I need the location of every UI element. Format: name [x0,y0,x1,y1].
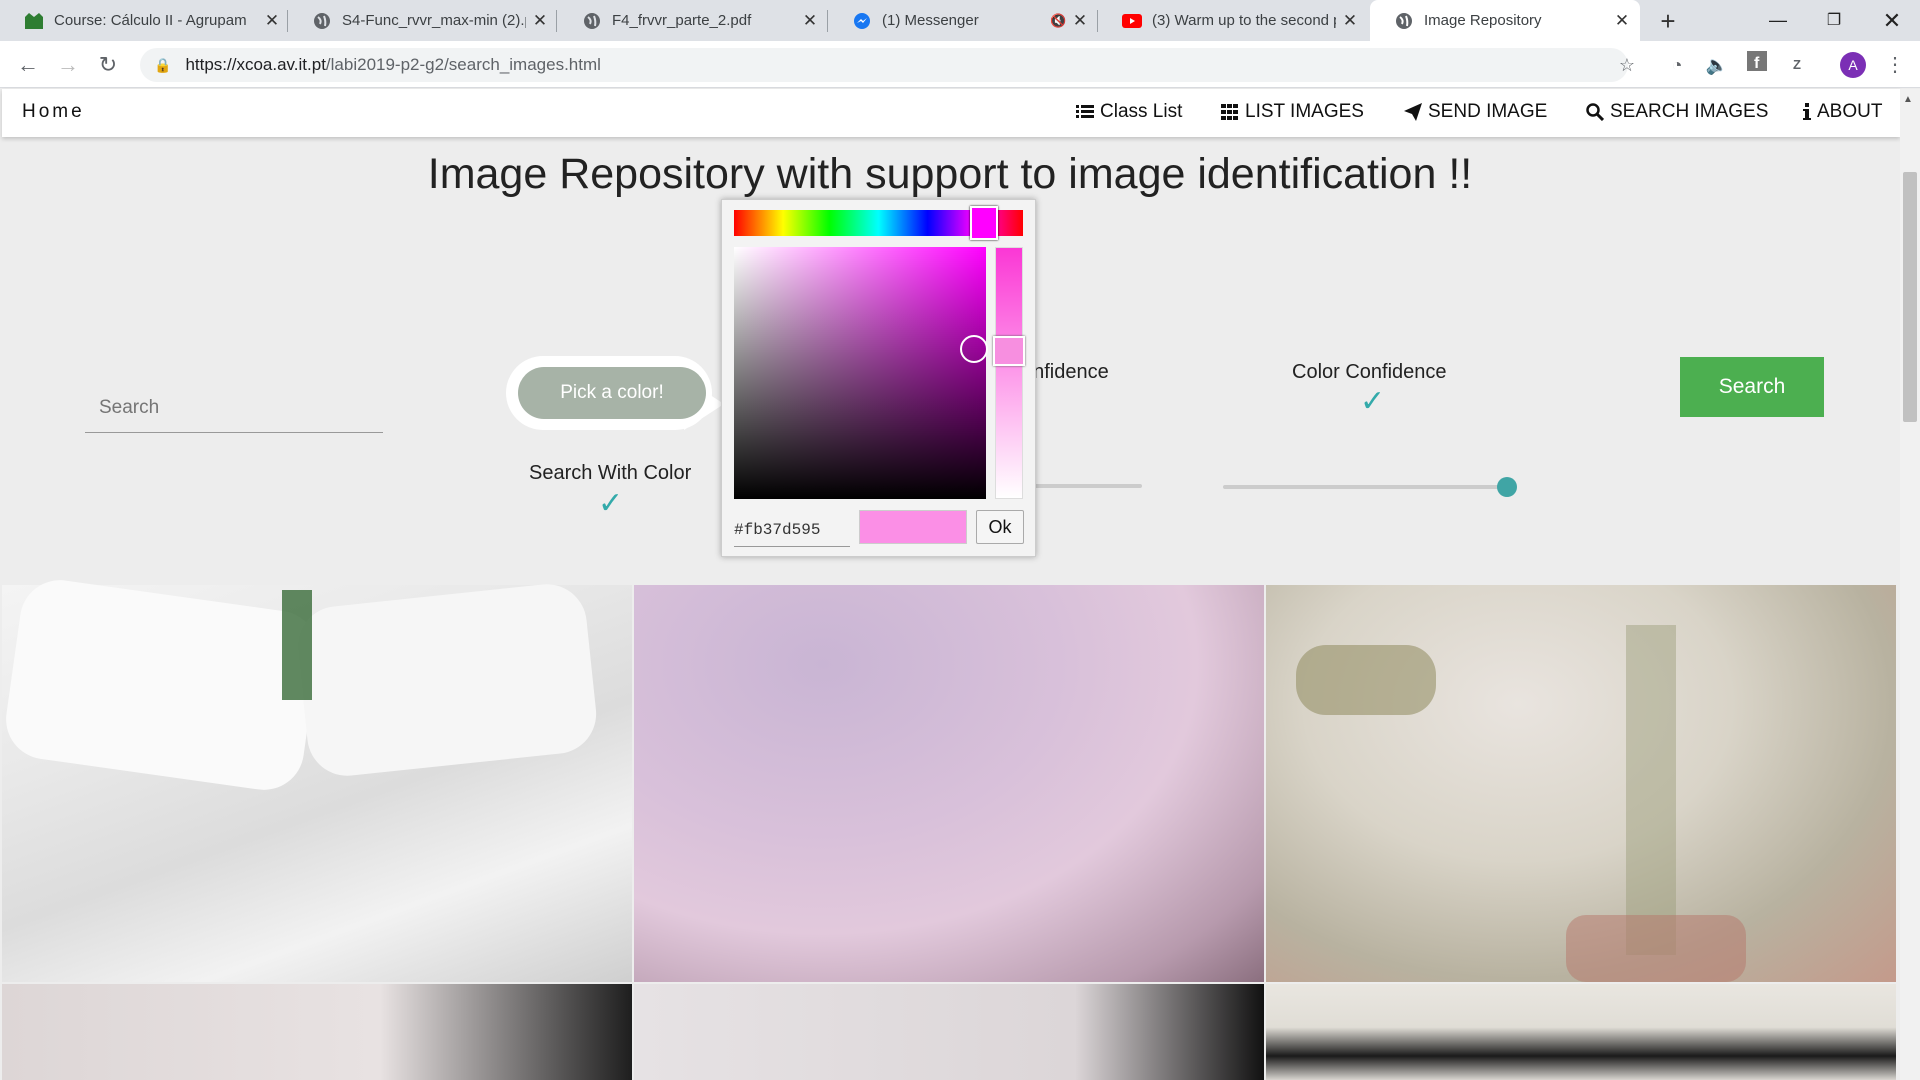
facebook-icon[interactable]: f [1742,50,1772,80]
hex-color-input[interactable] [734,513,850,547]
image-tile[interactable] [634,984,1264,1080]
nav-class-list[interactable]: Class List [1076,101,1182,123]
image-tile[interactable] [1266,984,1896,1080]
ok-button[interactable]: Ok [976,510,1024,544]
tab-title: Course: Cálculo II - Agrupam [54,12,247,29]
url-host: https://xcoa.av.it.pt [185,55,326,74]
confidence-slider[interactable] [1030,484,1142,488]
scrollbar-thumb[interactable] [1903,172,1917,422]
nav-label: Class List [1100,101,1183,122]
messenger-icon [852,11,872,31]
info-icon [1803,103,1811,120]
nav-label: LIST IMAGES [1245,101,1364,122]
browser-tab[interactable]: (1) Messenger 🔇 ✕ [828,0,1098,41]
new-tab-button[interactable]: + [1650,4,1686,38]
search-with-color-label: Search With Color [529,462,692,484]
saturation-value-area[interactable] [734,247,986,499]
url-path: /labi2019-p2-g2/search_images.html [325,55,601,74]
close-tab-icon[interactable]: ✕ [1614,11,1630,31]
color-confidence-slider-knob[interactable] [1497,477,1517,497]
nav-label: SEARCH IMAGES [1610,101,1769,122]
moodle-icon [24,11,44,31]
browser-menu-icon[interactable]: ⋮ [1880,50,1910,80]
tab-title: Image Repository [1424,12,1542,29]
search-input-underline [85,432,383,433]
color-confidence-label: Color Confidence [1292,361,1447,383]
nav-list-images[interactable]: LIST IMAGES [1221,101,1364,123]
image-tile[interactable] [0,574,632,982]
back-arrow-icon[interactable]: ← [12,49,44,81]
color-preview-swatch [859,510,967,544]
tab-title: F4_frvvr_parte_2.pdf [612,12,752,29]
speaker-icon[interactable]: 🔈 [1702,50,1732,80]
nav-label: ABOUT [1817,101,1883,122]
zotero-icon[interactable]: Z [1782,50,1812,80]
browser-tab-bar: Course: Cálculo II - Agrupam ✕ S4-Func_r… [0,0,1920,41]
browser-tab[interactable]: Course: Cálculo II - Agrupam ✕ [0,0,290,41]
close-tab-icon[interactable]: ✕ [1342,11,1358,31]
close-tab-icon[interactable]: ✕ [802,11,818,31]
saturation-value-handle[interactable] [960,335,988,363]
search-with-color-check-icon[interactable]: ✓ [598,486,623,521]
search-input[interactable] [85,388,383,428]
mute-icon[interactable]: 🔇 [1050,13,1066,29]
nav-label: SEND IMAGE [1428,101,1548,122]
svg-text:f: f [1754,55,1760,71]
browser-tab[interactable]: S4-Func_rvvr_max-min (2).pd ✕ [288,0,558,41]
home-link[interactable]: Home [22,101,85,123]
hue-slider-handle[interactable] [970,206,998,240]
window-close-button[interactable]: ✕ [1864,0,1920,41]
alpha-slider[interactable] [995,247,1023,499]
close-tab-icon[interactable]: ✕ [264,11,280,31]
color-confidence-check-icon[interactable]: ✓ [1360,384,1385,419]
globe-icon [1394,11,1414,31]
forward-arrow-icon[interactable]: → [52,49,84,81]
list-icon [1076,105,1094,118]
nav-about[interactable]: ABOUT [1803,101,1882,123]
image-tile[interactable] [1266,585,1896,982]
browser-tab-active[interactable]: Image Repository ✕ [1370,0,1640,41]
alpha-slider-handle[interactable] [993,336,1025,366]
paper-plane-icon [1404,103,1422,121]
reload-icon[interactable]: ↻ [92,49,124,81]
search-icon [1586,103,1604,121]
browser-tab[interactable]: (3) Warm up to the second p ✕ [1098,0,1368,41]
close-tab-icon[interactable]: ✕ [532,11,548,31]
tab-title: (1) Messenger [882,12,979,29]
youtube-icon [1122,11,1142,31]
restore-button[interactable]: ❐ [1806,0,1862,41]
grid-icon [1221,104,1238,120]
search-button[interactable]: Search [1680,357,1824,417]
site-navbar: Home Class List LIST IMAGES SEND IMAGE S… [2,89,1900,137]
tab-title: S4-Func_rvvr_max-min (2).pd [342,12,526,29]
bookmark-star-icon[interactable]: ☆ [1612,50,1642,80]
close-tab-icon[interactable]: ✕ [1072,11,1088,31]
minimize-button[interactable]: — [1750,0,1806,41]
nav-search-images[interactable]: SEARCH IMAGES [1586,101,1768,123]
globe-icon [582,11,602,31]
pick-color-button[interactable]: Pick a color! [518,367,706,419]
image-tile[interactable] [634,585,1264,982]
image-tile[interactable] [2,984,632,1080]
lock-icon: 🔒 [154,56,172,73]
tab-title: (3) Warm up to the second p [1152,12,1336,29]
color-confidence-slider[interactable] [1223,485,1506,489]
profile-avatar[interactable]: A [1840,52,1866,78]
browser-tab[interactable]: F4_frvvr_parte_2.pdf ✕ [558,0,828,41]
nav-send-image[interactable]: SEND IMAGE [1404,101,1547,123]
globe-icon [312,11,332,31]
speedometer-icon[interactable]: ◔ [1662,50,1692,80]
address-bar[interactable]: 🔒 https://xcoa.av.it.pt/labi2019-p2-g2/s… [140,48,1628,82]
page-title: Image Repository with support to image i… [427,150,1473,198]
scroll-up-icon[interactable]: ▲ [1903,94,1913,105]
